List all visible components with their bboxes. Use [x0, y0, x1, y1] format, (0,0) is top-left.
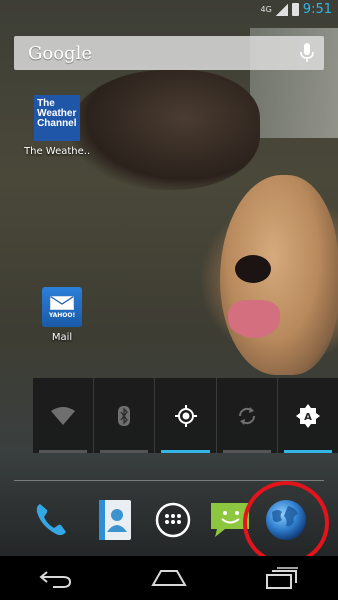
- mic-icon[interactable]: [290, 36, 324, 70]
- yahoo-icon-text: YAHOO!: [48, 311, 76, 319]
- wifi-icon: [51, 406, 76, 425]
- wallpaper-dog-nose: [235, 255, 271, 283]
- bluetooth-icon: [118, 405, 131, 426]
- dock-contacts[interactable]: [91, 496, 139, 544]
- contacts-icon: [99, 500, 131, 540]
- google-search-bar[interactable]: Google: [14, 36, 324, 70]
- gps-icon: [174, 404, 197, 427]
- highlight-circle: [243, 481, 329, 565]
- dock-phone[interactable]: [28, 496, 76, 544]
- home-screen: 4G 9:51 Google The Weather Channel The W…: [0, 0, 338, 600]
- app-label: Mail: [51, 332, 73, 343]
- weather-icon-text-3: Channel: [37, 118, 77, 129]
- toggle-gps[interactable]: [155, 378, 217, 453]
- toggle-indicator: [283, 450, 333, 453]
- recents-button[interactable]: [252, 558, 312, 598]
- wallpaper-dog-tongue: [228, 300, 280, 338]
- dock-all-apps[interactable]: [149, 496, 197, 544]
- toggle-bluetooth[interactable]: [94, 378, 156, 453]
- app-drawer-icon: [155, 502, 191, 538]
- toggle-brightness[interactable]: A: [278, 378, 338, 453]
- status-icons: 4G 9:51: [261, 2, 333, 17]
- app-label: The Weathe..: [24, 146, 91, 157]
- yahoo-mail-icon: YAHOO!: [42, 287, 82, 327]
- recents-icon: [265, 567, 298, 589]
- navigation-bar: [0, 556, 338, 600]
- power-control-widget: A: [33, 378, 338, 453]
- battery-icon: [291, 3, 299, 16]
- back-button[interactable]: [26, 558, 86, 598]
- app-mail[interactable]: YAHOO! Mail: [42, 287, 82, 343]
- clock: 9:51: [302, 2, 332, 17]
- toggle-indicator: [39, 450, 88, 453]
- home-button[interactable]: [139, 558, 199, 598]
- status-bar: 4G 9:51: [0, 0, 338, 22]
- weather-channel-icon: The Weather Channel: [34, 95, 81, 141]
- toggle-indicator: [161, 450, 210, 453]
- sync-icon: [238, 406, 255, 425]
- wallpaper-dog-dark: [70, 70, 260, 190]
- toggle-sync[interactable]: [217, 378, 278, 453]
- toggle-indicator: [222, 450, 271, 453]
- toggle-indicator: [100, 450, 149, 453]
- app-weather-channel[interactable]: The Weather Channel The Weathe..: [24, 95, 90, 157]
- brightness-icon-letter: A: [304, 412, 312, 423]
- auto-brightness-icon: A: [295, 403, 320, 428]
- phone-icon: [36, 504, 66, 536]
- search-label: Google: [28, 42, 92, 64]
- toggle-wifi[interactable]: [33, 378, 95, 453]
- signal-icon: [275, 3, 288, 16]
- home-icon: [151, 570, 187, 586]
- back-icon: [39, 571, 72, 588]
- network-type: 4G: [260, 5, 272, 14]
